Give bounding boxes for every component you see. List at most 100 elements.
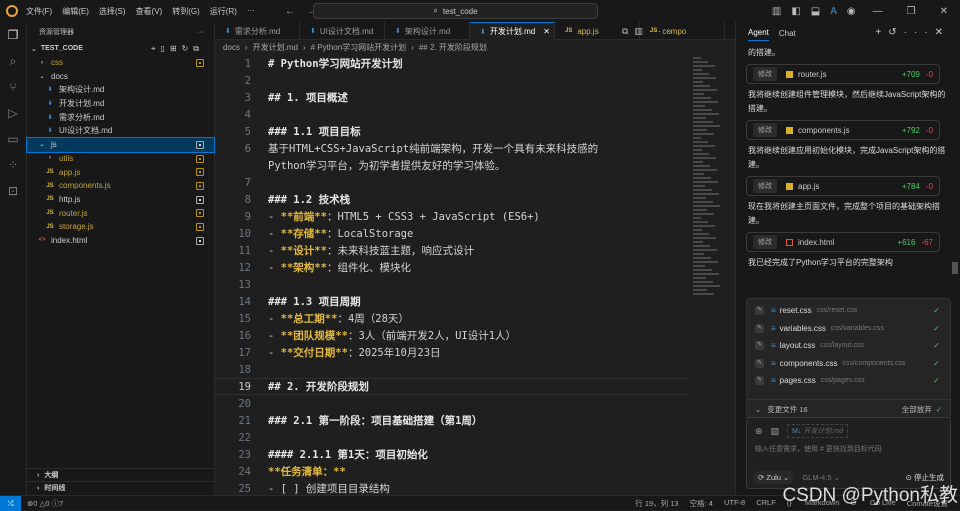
menu-item[interactable]: 选择(S) (99, 6, 126, 17)
code-line[interactable]: 14 ### 1.3 项目周期 (215, 293, 690, 310)
code-line[interactable]: 1 # Python学习网站开发计划 (215, 55, 690, 72)
encoding[interactable]: UTF-8 (724, 498, 745, 509)
changed-file-row[interactable]: ✎ ≡ components.css css/components.css ✓ (747, 355, 950, 373)
file-change-card[interactable]: 修改 app.js +784 -0 (746, 176, 940, 196)
ai-icon[interactable]: A (830, 6, 837, 17)
breadcrumb-item[interactable]: docs (223, 43, 240, 52)
menu-item[interactable]: ··· (247, 6, 255, 17)
upload-icon[interactable]: ⊕ (755, 426, 763, 437)
tab-chat[interactable]: Chat (779, 29, 796, 38)
context-file-chip[interactable]: M↓ 开发计划.md (787, 424, 849, 438)
code-line[interactable]: 19 ## 2. 开发阶段规划 (215, 378, 690, 395)
workspace-root[interactable]: ⌄ TEST_CODE ⌖▯⊞↻⧉ (27, 42, 214, 56)
changed-file-row[interactable]: ✎ ≡ variables.css css/variables.css ✓ (747, 320, 950, 338)
code-line[interactable]: 11 - **设计** ：未来科技蓝主题，响应式设计 (215, 242, 690, 259)
layout-icon[interactable]: ▥ (772, 6, 781, 17)
edit-icon[interactable]: ✎ (755, 306, 764, 316)
code-line[interactable]: 17 - **交付日期** ：2025年10月23日 (215, 344, 690, 361)
tree-item[interactable]: ⬇ 需求分析.md (27, 110, 214, 124)
edit-icon[interactable]: ✎ (755, 323, 764, 333)
tree-item[interactable]: ⌄ docs (27, 69, 214, 83)
tree-item[interactable]: JS components.js (27, 179, 214, 193)
toggle-panel-icon[interactable]: ⬓ (811, 6, 820, 17)
file-change-card[interactable]: 修改 index.html +616 -67 (746, 232, 940, 252)
minimize-button[interactable]: — (873, 6, 883, 17)
close-button[interactable]: ✕ (940, 6, 948, 17)
tab-架构设计.md[interactable]: ⬇ 架构设计.md (385, 22, 470, 40)
tree-item[interactable]: JS router.js (27, 206, 214, 220)
indentation[interactable]: 空格: 4 (690, 498, 713, 509)
tab-agent[interactable]: Agent (748, 25, 769, 41)
file-name[interactable]: components.js (798, 126, 850, 135)
cursor-position[interactable]: 行 19，列 13 (635, 498, 678, 509)
line-ending[interactable]: CRLF (756, 498, 776, 509)
tree-item[interactable]: › css (27, 56, 214, 70)
breadcrumb-item[interactable]: # Python学习网站开发计划 (311, 42, 407, 53)
code-line[interactable]: 20 (215, 395, 690, 412)
explorer-actions[interactable]: ⌖▯⊞↻⧉ (151, 44, 204, 54)
more-actions-icon[interactable]: ··· (197, 29, 204, 36)
file-name[interactable]: router.js (798, 70, 826, 79)
remote-icon[interactable]: ⤭ (0, 495, 21, 511)
code-line[interactable]: 8 ### 1.2 技术栈 (215, 191, 690, 208)
file-change-card[interactable]: 修改 router.js +709 -0 (746, 64, 940, 84)
command-search-input[interactable]: ⌕ test_code (313, 3, 598, 19)
tree-item[interactable]: JS storage.js (27, 220, 214, 234)
file-name[interactable]: index.html (798, 238, 834, 247)
code-line[interactable]: 5 ### 1.1 项目目标 (215, 123, 690, 140)
extensions-icon[interactable]: ⁘ (0, 152, 26, 178)
problems-indicator[interactable]: ⊗0 △0 ⓘ7 (27, 498, 63, 509)
code-line[interactable]: Python学习平台，为初学者提供友好的学习体验。 (215, 157, 690, 174)
comate-icon[interactable]: ⊡ (0, 178, 26, 204)
code-line[interactable]: 6 基于HTML+CSS+JavaScript纯前端架构，开发一个具有未来科技感的 (215, 140, 690, 157)
tree-item[interactable]: ⬇ 开发计划.md (27, 97, 214, 111)
run-debug-icon[interactable]: ▷ (0, 100, 26, 126)
tree-item[interactable]: › utils (27, 152, 214, 166)
code-line[interactable]: 7 (215, 174, 690, 191)
code-line[interactable]: 9 - **前端** ：HTML5 + CSS3 + JavaScript (ES6… (215, 208, 690, 225)
tab-UI设计文档.md[interactable]: ⬇ UI设计文档.md (300, 22, 385, 40)
edit-icon[interactable]: ✎ (755, 358, 764, 368)
timeline-section[interactable]: › 时间线 (27, 481, 215, 494)
remote-explorer-icon[interactable]: ▭ (0, 126, 26, 152)
edit-icon[interactable]: ✎ (755, 376, 764, 386)
code-line[interactable]: 4 (215, 106, 690, 123)
discard-all-button[interactable]: 全部放弃 (902, 404, 932, 415)
file-change-card[interactable]: 修改 components.js +792 -0 (746, 120, 940, 140)
edit-icon[interactable]: ✎ (755, 341, 764, 351)
agent-input[interactable]: 输入任意需求，使用 # 更快找到目标代码 (747, 444, 950, 454)
restore-button[interactable]: ❐ (907, 6, 916, 17)
close-tab-icon[interactable]: ✕ (543, 27, 550, 36)
explorer-icon[interactable]: ❐ (0, 22, 26, 48)
tree-item[interactable]: ⌄ js (26, 136, 215, 153)
breadcrumb-item[interactable]: 开发计划.md (253, 42, 298, 53)
outline-section[interactable]: › 大纲 (27, 468, 215, 481)
search-icon[interactable]: ⌕ (0, 48, 26, 74)
code-line[interactable]: 10 - **存储** ：LocalStorage (215, 225, 690, 242)
code-editor[interactable]: 1 # Python学习网站开发计划 2 3 ## 1. 项目概述 4 5 ### 1.1 项… (215, 55, 690, 495)
image-icon[interactable]: ▨ (771, 426, 780, 437)
account-icon[interactable]: ◉ (847, 6, 856, 17)
back-icon[interactable]: ← (285, 6, 295, 17)
panel-actions[interactable]: +↺···✕ (875, 27, 950, 38)
code-line[interactable]: 15 - **总工期** ：4周（28天） (215, 310, 690, 327)
code-line[interactable]: 24 **任务清单：** (215, 463, 690, 480)
menu-item[interactable]: 编辑(E) (62, 6, 89, 17)
tree-item[interactable]: ⬇ UI设计文档.md (27, 124, 214, 138)
code-line[interactable]: 2 (215, 72, 690, 89)
tab-开发计划.md[interactable]: ⬇ 开发计划.md ✕ (470, 22, 555, 40)
tree-item[interactable]: ⬇ 架构设计.md (27, 83, 214, 97)
feed-scrollbar[interactable] (952, 262, 958, 274)
code-line[interactable]: 22 (215, 429, 690, 446)
menu-item[interactable]: 查看(V) (136, 6, 163, 17)
tree-item[interactable]: JS http.js (27, 193, 214, 207)
agent-input-box[interactable]: ⊕ ▨ M↓ 开发计划.md 输入任意需求，使用 # 更快找到目标代码 ⟳ Zu… (746, 417, 951, 489)
source-control-icon[interactable]: ⑂ (0, 74, 26, 100)
code-line[interactable]: 23 #### 2.1.1 第1天：项目初始化 (215, 446, 690, 463)
minimap[interactable] (690, 55, 735, 495)
code-line[interactable]: 16 - **团队规模** ：3人（前端开发2人，UI设计1人） (215, 327, 690, 344)
tab-需求分析.md[interactable]: ⬇ 需求分析.md (215, 22, 300, 40)
code-line[interactable]: 25 - [ ] 创建项目目录结构 (215, 480, 690, 496)
changed-file-row[interactable]: ✎ ≡ reset.css css/reset.css ✓ (747, 302, 950, 320)
chevron-down-icon[interactable]: ⌄ (755, 405, 761, 414)
